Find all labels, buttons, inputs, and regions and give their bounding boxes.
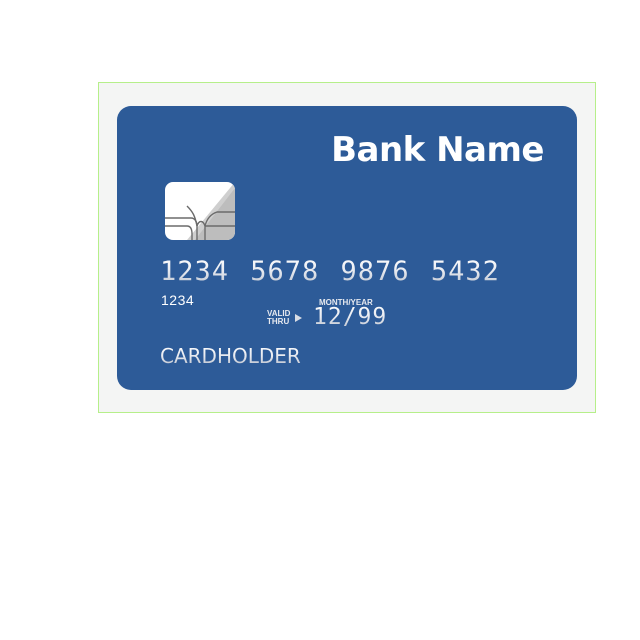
emv-chip-icon <box>165 182 235 240</box>
thru-label: THRU <box>267 317 290 326</box>
card-number-prefix: 1234 <box>161 292 195 308</box>
triangle-right-icon <box>295 314 302 322</box>
cardholder-name: CARDHOLDER <box>160 344 301 368</box>
card-number: 1234 5678 9876 5432 <box>160 256 500 287</box>
valid-thru-label: VALID THRU <box>267 310 290 326</box>
credit-card: Bank Name 1234 5678 9876 5432 1234 VALID… <box>117 106 577 390</box>
expiry-date: 12/99 <box>313 304 388 330</box>
bank-name: Bank Name <box>331 130 544 170</box>
